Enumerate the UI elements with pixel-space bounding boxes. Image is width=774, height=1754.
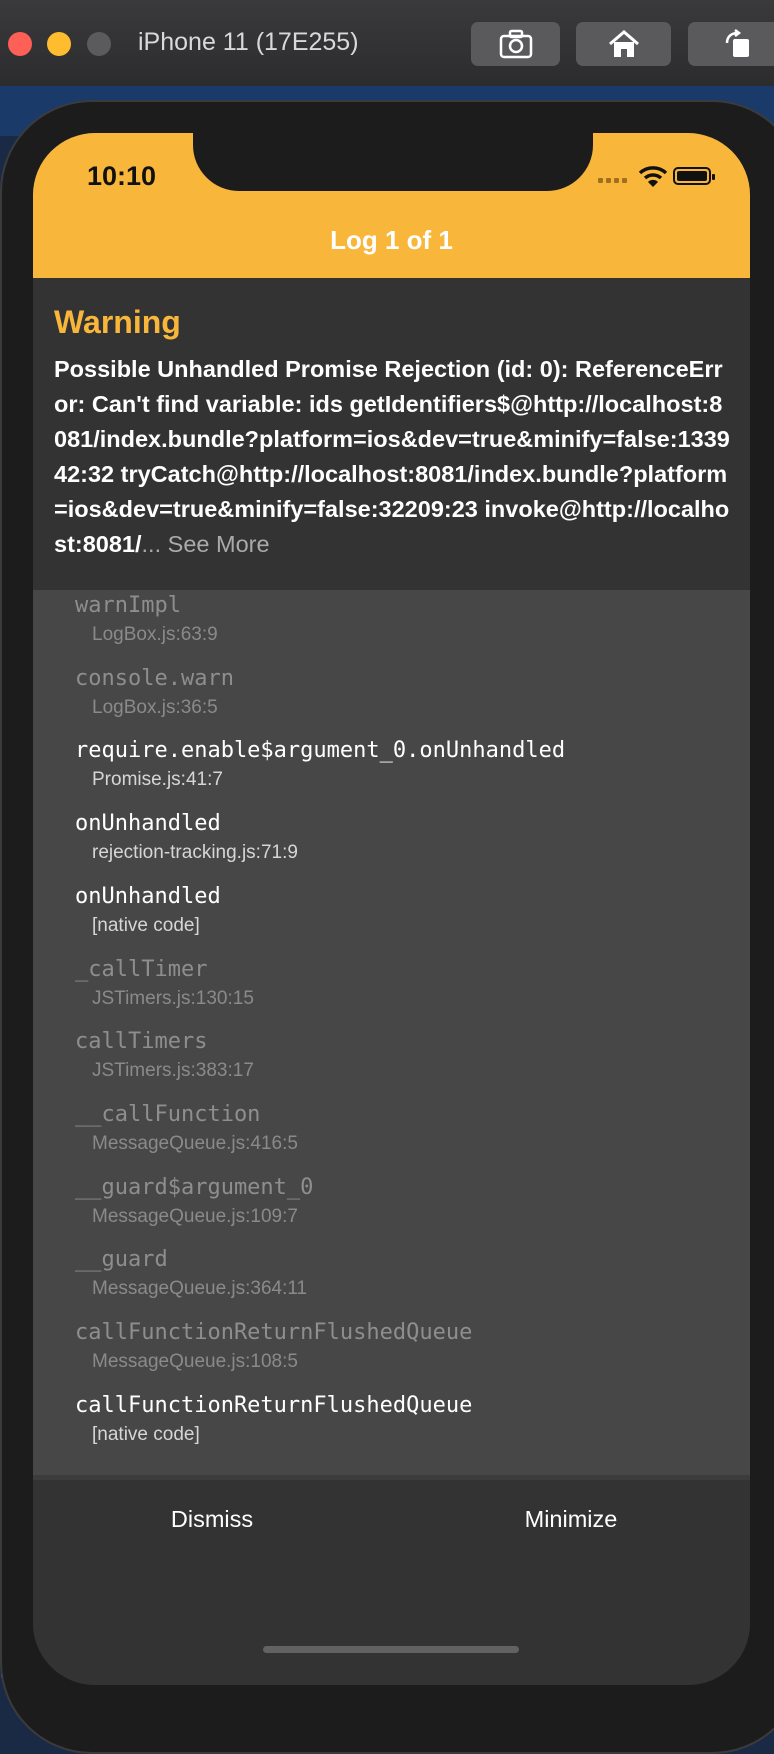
stack-frame-function: __guard$argument_0: [75, 1174, 314, 1200]
zoom-window-button[interactable]: [87, 32, 111, 56]
stack-frame-function: __guard: [75, 1247, 168, 1273]
status-time: 10:10: [87, 161, 157, 191]
stack-trace: warnImpl LogBox.js:63:9 console.warn LogBox…: [33, 590, 750, 1516]
stack-frame[interactable]: console.warn LogBox.js:36:5: [75, 666, 735, 719]
stack-frame[interactable]: require.enable$argument_0.onUnhandled Pro…: [75, 738, 735, 791]
stack-frame[interactable]: warnImpl LogBox.js:63:9: [75, 593, 735, 646]
stack-frame-location: MessageQueue.js:109:7: [92, 1205, 298, 1227]
stack-frame-location: LogBox.js:63:9: [92, 624, 218, 645]
camera-icon: [499, 29, 532, 59]
stack-frame-location: rejection-tracking.js:71:9: [92, 842, 298, 864]
stack-frame-location: MessageQueue.js:416:5: [92, 1132, 298, 1154]
stack-frame[interactable]: __guard$argument_0 MessageQueue.js:109:7: [75, 1175, 735, 1228]
logbox-header: 10:10 Log 1 of 1: [33, 133, 750, 278]
see-more-link[interactable]: ... See More: [142, 531, 270, 557]
stack-frame-location: JSTimers.js:383:17: [92, 1060, 254, 1082]
stack-frame[interactable]: callFunctionReturnFlushedQueue MessageQue…: [75, 1320, 735, 1373]
home-indicator: [263, 1646, 519, 1653]
stack-frame-location: MessageQueue.js:364:11: [92, 1278, 308, 1300]
rotate-icon: [725, 29, 749, 57]
stack-frame-function: _callTimer: [75, 956, 208, 982]
home-icon: [608, 30, 639, 57]
stack-frame[interactable]: callFunctionReturnFlushedQueue [native co…: [75, 1393, 735, 1446]
log-level: Warning: [54, 304, 181, 340]
stack-frame-function: __callFunction: [75, 1101, 261, 1127]
stack-frame[interactable]: __guard MessageQueue.js:364:11: [75, 1247, 735, 1300]
stack-frame-location: Promise.js:41:7: [92, 769, 223, 791]
stack-frame-location: [native code]: [92, 1423, 200, 1445]
stack-frame[interactable]: __callFunction MessageQueue.js:416:5: [75, 1102, 735, 1155]
battery-icon: [673, 167, 715, 185]
stack-frame[interactable]: callTimers JSTimers.js:383:17: [75, 1029, 735, 1082]
stack-frame-function: callTimers: [75, 1029, 208, 1055]
log-message: Possible Unhandled Promise Rejection (id…: [54, 352, 734, 562]
rotate-button[interactable]: [688, 22, 774, 66]
dismiss-button[interactable]: Dismiss: [33, 1506, 391, 1533]
stack-frame[interactable]: onUnhandled rejection-tracking.js:71:9: [75, 811, 735, 864]
screenshot-button[interactable]: [471, 22, 560, 66]
minimize-window-button[interactable]: [47, 32, 71, 56]
wifi-icon: [638, 166, 668, 187]
stack-frame-location: MessageQueue.js:108:5: [92, 1351, 298, 1372]
notch: [193, 133, 593, 191]
stack-frame-location: [native code]: [92, 914, 200, 936]
stack-frame-function: callFunctionReturnFlushedQueue: [75, 1320, 473, 1345]
stack-frame-function: console.warn: [75, 665, 234, 691]
stack-frame[interactable]: onUnhandled [native code]: [75, 884, 735, 937]
minimize-button[interactable]: Minimize: [392, 1506, 750, 1533]
stack-frame-location: JSTimers.js:130:15: [92, 987, 254, 1009]
stack-frame[interactable]: _callTimer JSTimers.js:130:15: [75, 957, 735, 1010]
cellular-signal-icon: [598, 178, 627, 183]
logbox-footer: Dismiss Minimize: [33, 1480, 750, 1685]
simulator-title-bar: iPhone 11 (17E255): [0, 0, 774, 87]
phone-screen: 10:10 Log 1 of 1 Warning Possible Unhand…: [33, 133, 750, 1685]
log-message-text: Possible Unhandled Promise Rejection (id…: [54, 356, 730, 557]
stack-frame-function: onUnhandled: [75, 811, 221, 837]
log-message-box: Warning Possible Unhandled Promise Rejec…: [33, 278, 750, 590]
log-counter-title: Log 1 of 1: [330, 225, 453, 255]
simulator-title: iPhone 11 (17E255): [138, 28, 359, 56]
stack-frame-location: LogBox.js:36:5: [92, 696, 218, 718]
home-button[interactable]: [576, 22, 671, 66]
stack-frame-function: callFunctionReturnFlushedQueue: [75, 1392, 473, 1418]
close-window-button[interactable]: [8, 32, 32, 56]
stack-frame-function: warnImpl: [75, 593, 181, 618]
stack-frame-function: require.enable$argument_0.onUnhandled: [75, 738, 566, 764]
stack-frame-function: onUnhandled: [75, 883, 221, 909]
